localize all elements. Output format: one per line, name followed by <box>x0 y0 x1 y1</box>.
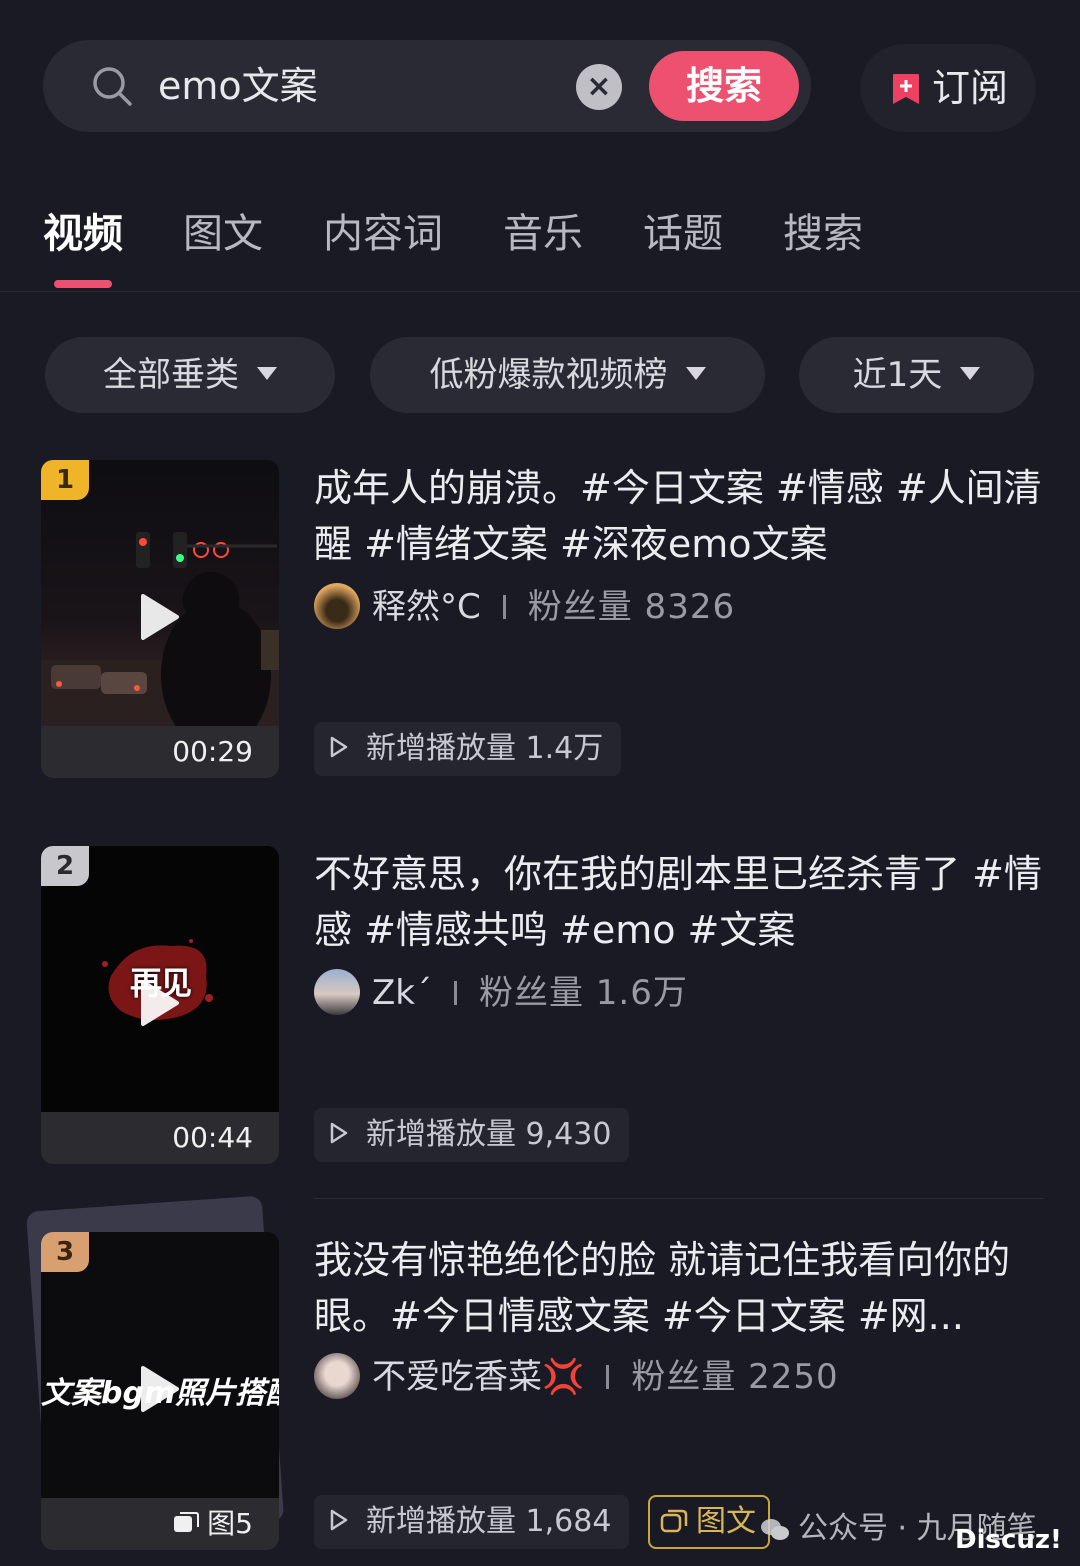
subscribe-button[interactable]: 订阅 <box>860 44 1036 132</box>
subscribe-label: 订阅 <box>932 66 1009 110</box>
fan-count: 粉丝量 8326 <box>527 587 736 627</box>
play-outline-icon <box>330 736 348 757</box>
content-type-label: 图文 <box>696 1504 756 1539</box>
image-count-value: 图5 <box>207 1507 253 1540</box>
caret-down-icon <box>257 367 277 380</box>
video-thumbnail[interactable]: 00:29 <box>41 460 279 778</box>
separator <box>502 594 506 619</box>
result-item[interactable]: 再见 00:44 2 不好意思，你在我的剧本里已经杀青了 #情感 #情感共鸣 #… <box>0 846 1080 1166</box>
rank-badge: 1 <box>41 460 89 500</box>
tab-topics[interactable]: 话题 <box>643 206 723 262</box>
ranking-filter-dropdown[interactable]: 低粉爆款视频榜 <box>370 337 765 413</box>
result-item[interactable]: 00:29 1 成年人的崩溃。#今日文案 #情感 #人间清醒 #情绪文案 #深夜… <box>0 460 1080 780</box>
search-bar[interactable]: emo文案 × 搜索 <box>43 40 811 132</box>
category-filter-label: 全部垂类 <box>103 355 239 395</box>
image-post-thumbnail[interactable]: 文案bgm照片搭配 图5 <box>41 1232 279 1550</box>
play-outline-icon <box>330 1122 348 1143</box>
separator <box>606 1364 610 1389</box>
ranking-filter-label: 低粉爆款视频榜 <box>429 355 668 395</box>
author-name: 释然°C <box>372 587 481 627</box>
item-title[interactable]: 我没有惊艳绝伦的脸 就请记住我看向你的眼。#今日情感文案 #今日文案 #网... <box>314 1232 1044 1344</box>
rank-badge: 3 <box>41 1232 89 1272</box>
search-button[interactable]: 搜索 <box>649 51 799 121</box>
new-plays-value: 新增播放量 1,684 <box>366 1504 612 1539</box>
site-watermark: Discuz! <box>955 1525 1062 1555</box>
author-row[interactable]: 释然°C 粉丝量 8326 <box>314 582 735 632</box>
period-filter-dropdown[interactable]: 近1天 <box>799 337 1034 413</box>
period-filter-label: 近1天 <box>852 355 943 395</box>
category-tabs: 视频 图文 内容词 音乐 话题 搜索 <box>0 200 1080 292</box>
active-tab-indicator <box>54 280 112 288</box>
divider <box>314 1198 1044 1199</box>
play-icon <box>141 980 179 1026</box>
item-title[interactable]: 不好意思，你在我的剧本里已经杀青了 #情感 #情感共鸣 #emo #文案 <box>314 846 1044 958</box>
tab-music[interactable]: 音乐 <box>503 206 583 262</box>
avatar <box>314 582 360 629</box>
new-plays-value: 新增播放量 9,430 <box>366 1117 612 1152</box>
new-plays-tag: 新增播放量 9,430 <box>314 1108 630 1162</box>
author-name: 不爱吃香菜💢 <box>372 1357 585 1397</box>
author-row[interactable]: Zk´ 粉丝量 1.6万 <box>314 968 688 1018</box>
item-title[interactable]: 成年人的崩溃。#今日文案 #情感 #人间清醒 #情绪文案 #深夜emo文案 <box>314 460 1044 572</box>
caret-down-icon <box>685 367 706 380</box>
new-plays-value: 新增播放量 1.4万 <box>366 731 604 766</box>
video-duration: 00:44 <box>41 1112 279 1164</box>
video-duration: 00:29 <box>41 726 279 778</box>
author-name: Zk´ <box>372 973 432 1013</box>
new-plays-tag: 新增播放量 1.4万 <box>314 722 622 776</box>
tab-search[interactable]: 搜索 <box>783 206 863 262</box>
category-filter-dropdown[interactable]: 全部垂类 <box>45 337 335 413</box>
avatar <box>314 968 360 1015</box>
play-icon <box>141 594 179 640</box>
image-text-icon <box>660 1509 688 1532</box>
bookmark-plus-icon <box>893 74 919 104</box>
tab-image-text[interactable]: 图文 <box>183 206 263 262</box>
clear-icon[interactable]: × <box>576 64 622 110</box>
caret-down-icon <box>960 367 981 380</box>
fan-count: 粉丝量 2250 <box>631 1357 839 1397</box>
play-icon <box>141 1366 179 1412</box>
search-input[interactable]: emo文案 <box>158 60 318 112</box>
avatar <box>314 1352 360 1399</box>
image-count: 图5 <box>41 1498 279 1550</box>
video-thumbnail[interactable]: 再见 00:44 <box>41 846 279 1164</box>
play-outline-icon <box>330 1509 348 1530</box>
images-icon <box>174 1512 200 1532</box>
search-results-page: emo文案 × 搜索 订阅 视频 图文 内容词 音乐 话题 搜索 全部垂类 低粉… <box>0 0 1080 1566</box>
wechat-icon <box>761 1518 789 1540</box>
new-plays-tag: 新增播放量 1,684 <box>314 1495 630 1549</box>
separator <box>453 980 457 1005</box>
content-type-tag: 图文 <box>648 1495 770 1549</box>
author-row[interactable]: 不爱吃香菜💢 粉丝量 2250 <box>314 1352 839 1402</box>
tab-video[interactable]: 视频 <box>43 206 123 262</box>
rank-badge: 2 <box>41 846 89 886</box>
fan-count: 粉丝量 1.6万 <box>478 973 688 1013</box>
search-icon <box>93 67 132 106</box>
result-item[interactable]: 文案bgm照片搭配 图5 3 我没有惊艳绝伦的脸 就请记住我看向你的眼。#今日情… <box>0 1195 1080 1552</box>
tab-content-words[interactable]: 内容词 <box>323 206 443 262</box>
